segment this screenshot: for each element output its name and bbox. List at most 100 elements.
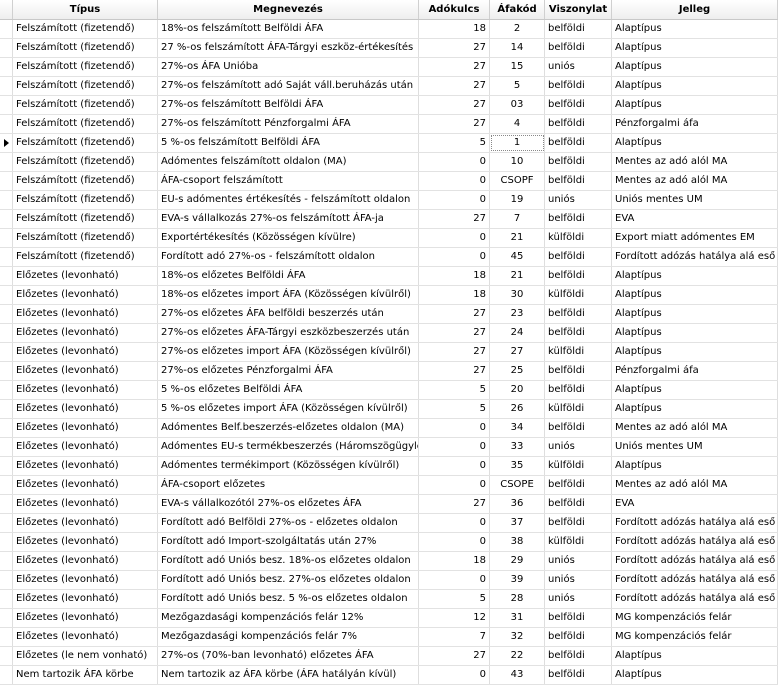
- adokulcs-cell[interactable]: 0: [419, 153, 490, 171]
- viszonylat-cell[interactable]: külföldi: [545, 286, 612, 304]
- megnevezes-cell[interactable]: Nem tartozik az ÁFA körbe (ÁFA hatályán …: [158, 666, 419, 684]
- table-row[interactable]: Felszámított (fizetendő) 27 %-os felszámí…: [0, 39, 778, 58]
- afakod-cell[interactable]: 03: [490, 96, 545, 114]
- viszonylat-cell[interactable]: belföldi: [545, 381, 612, 399]
- row-indicator[interactable]: [0, 172, 13, 190]
- row-indicator[interactable]: [0, 495, 13, 513]
- adokulcs-cell[interactable]: 27: [419, 58, 490, 76]
- row-indicator[interactable]: [0, 571, 13, 589]
- table-row[interactable]: Előzetes (levonható) 27%-os előzetes impo…: [0, 343, 778, 362]
- adokulcs-cell[interactable]: 0: [419, 476, 490, 494]
- adokulcs-cell[interactable]: 18: [419, 267, 490, 285]
- afakod-cell[interactable]: 5: [490, 77, 545, 95]
- tipus-cell[interactable]: Felszámított (fizetendő): [13, 229, 158, 247]
- afakod-cell[interactable]: 21: [490, 267, 545, 285]
- adokulcs-cell[interactable]: 27: [419, 115, 490, 133]
- megnevezes-cell[interactable]: 27%-os ÁFA Unióba: [158, 58, 419, 76]
- tipus-cell[interactable]: Felszámított (fizetendő): [13, 39, 158, 57]
- table-row[interactable]: Felszámított (fizetendő) ÁFA-csoport fels…: [0, 172, 778, 191]
- row-indicator[interactable]: [0, 20, 13, 38]
- table-row[interactable]: Előzetes (levonható) Fordított adó Belföl…: [0, 514, 778, 533]
- viszonylat-cell[interactable]: uniós: [545, 590, 612, 608]
- adokulcs-cell[interactable]: 0: [419, 191, 490, 209]
- adokulcs-cell[interactable]: 7: [419, 628, 490, 646]
- viszonylat-cell[interactable]: belföldi: [545, 39, 612, 57]
- table-row[interactable]: Előzetes (levonható) Mezőgazdasági kompen…: [0, 609, 778, 628]
- jelleg-cell[interactable]: Mentes az adó alól MA: [612, 153, 778, 171]
- row-indicator[interactable]: [0, 191, 13, 209]
- adokulcs-cell[interactable]: 18: [419, 552, 490, 570]
- viszonylat-cell[interactable]: belföldi: [545, 248, 612, 266]
- jelleg-cell[interactable]: Uniós mentes UM: [612, 191, 778, 209]
- table-row[interactable]: Előzetes (levonható) 5 %-os előzetes Belf…: [0, 381, 778, 400]
- megnevezes-cell[interactable]: 27%-os (70%-ban levonható) előzetes ÁFA: [158, 647, 419, 665]
- afakod-cell[interactable]: 10: [490, 153, 545, 171]
- tipus-cell[interactable]: Felszámított (fizetendő): [13, 96, 158, 114]
- tipus-cell[interactable]: Előzetes (levonható): [13, 286, 158, 304]
- megnevezes-cell[interactable]: Fordított adó Belföldi 27%-os - előzetes…: [158, 514, 419, 532]
- megnevezes-cell[interactable]: 27%-os előzetes import ÁFA (Közösségen k…: [158, 343, 419, 361]
- table-row[interactable]: Felszámított (fizetendő) 27%-os felszámít…: [0, 96, 778, 115]
- jelleg-cell[interactable]: Alaptípus: [612, 96, 778, 114]
- afakod-cell[interactable]: 30: [490, 286, 545, 304]
- table-row[interactable]: Előzetes (levonható) 27%-os előzetes ÁFA …: [0, 305, 778, 324]
- megnevezes-cell[interactable]: 27%-os előzetes Pénzforgalmi ÁFA: [158, 362, 419, 380]
- adokulcs-cell[interactable]: 0: [419, 514, 490, 532]
- afakod-cell[interactable]: 28: [490, 590, 545, 608]
- jelleg-cell[interactable]: EVA: [612, 495, 778, 513]
- table-row[interactable]: Előzetes (levonható) Fordított adó Uniós …: [0, 552, 778, 571]
- adokulcs-cell[interactable]: 0: [419, 229, 490, 247]
- table-row[interactable]: Felszámított (fizetendő) Fordított adó 27…: [0, 248, 778, 267]
- viszonylat-cell[interactable]: belföldi: [545, 476, 612, 494]
- afakod-cell[interactable]: 43: [490, 666, 545, 684]
- table-row[interactable]: Előzetes (levonható) 5 %-os előzetes impo…: [0, 400, 778, 419]
- jelleg-cell[interactable]: Fordított adózás hatálya alá eső: [612, 533, 778, 551]
- row-indicator[interactable]: [0, 438, 13, 456]
- jelleg-cell[interactable]: MG kompenzációs felár: [612, 628, 778, 646]
- table-row[interactable]: Előzetes (levonható) Adómentes termékimpo…: [0, 457, 778, 476]
- row-indicator[interactable]: [0, 362, 13, 380]
- megnevezes-cell[interactable]: 18%-os előzetes import ÁFA (Közösségen k…: [158, 286, 419, 304]
- adokulcs-cell[interactable]: 27: [419, 647, 490, 665]
- column-header-megnevezes[interactable]: Megnevezés: [158, 0, 419, 19]
- viszonylat-cell[interactable]: külföldi: [545, 533, 612, 551]
- viszonylat-cell[interactable]: belföldi: [545, 666, 612, 684]
- table-row[interactable]: Előzetes (le nem vonható) 27%-os (70%-ban…: [0, 647, 778, 666]
- adokulcs-cell[interactable]: 27: [419, 210, 490, 228]
- jelleg-cell[interactable]: MG kompenzációs felár: [612, 609, 778, 627]
- viszonylat-cell[interactable]: belföldi: [545, 172, 612, 190]
- afakod-cell[interactable]: 22: [490, 647, 545, 665]
- megnevezes-cell[interactable]: Adómentes felszámított oldalon (MA): [158, 153, 419, 171]
- table-row[interactable]: Felszámított (fizetendő) 5 %-os felszámít…: [0, 134, 778, 153]
- table-row[interactable]: Előzetes (levonható) 27%-os előzetes Pénz…: [0, 362, 778, 381]
- viszonylat-cell[interactable]: külföldi: [545, 229, 612, 247]
- viszonylat-cell[interactable]: belföldi: [545, 495, 612, 513]
- tipus-cell[interactable]: Felszámított (fizetendő): [13, 58, 158, 76]
- adokulcs-cell[interactable]: 27: [419, 324, 490, 342]
- row-indicator[interactable]: [0, 77, 13, 95]
- row-indicator[interactable]: [0, 533, 13, 551]
- tipus-cell[interactable]: Előzetes (levonható): [13, 381, 158, 399]
- adokulcs-cell[interactable]: 5: [419, 590, 490, 608]
- viszonylat-cell[interactable]: uniós: [545, 571, 612, 589]
- megnevezes-cell[interactable]: Mezőgazdasági kompenzációs felár 12%: [158, 609, 419, 627]
- afakod-cell[interactable]: 20: [490, 381, 545, 399]
- afakod-cell[interactable]: 7: [490, 210, 545, 228]
- afakod-cell[interactable]: CSOPE: [490, 476, 545, 494]
- row-indicator[interactable]: [0, 628, 13, 646]
- afakod-cell[interactable]: 23: [490, 305, 545, 323]
- viszonylat-cell[interactable]: belföldi: [545, 20, 612, 38]
- tipus-cell[interactable]: Felszámított (fizetendő): [13, 77, 158, 95]
- jelleg-cell[interactable]: Alaptípus: [612, 20, 778, 38]
- table-row[interactable]: Előzetes (levonható) 18%-os előzetes impo…: [0, 286, 778, 305]
- row-indicator[interactable]: [0, 229, 13, 247]
- adokulcs-cell[interactable]: 0: [419, 571, 490, 589]
- row-indicator[interactable]: [0, 58, 13, 76]
- tipus-cell[interactable]: Felszámított (fizetendő): [13, 20, 158, 38]
- megnevezes-cell[interactable]: EU-s adómentes értékesítés - felszámítot…: [158, 191, 419, 209]
- afakod-cell[interactable]: 25: [490, 362, 545, 380]
- jelleg-cell[interactable]: Alaptípus: [612, 343, 778, 361]
- tipus-cell[interactable]: Előzetes (levonható): [13, 609, 158, 627]
- table-row[interactable]: Felszámított (fizetendő) Exportértékesíté…: [0, 229, 778, 248]
- row-indicator[interactable]: [0, 457, 13, 475]
